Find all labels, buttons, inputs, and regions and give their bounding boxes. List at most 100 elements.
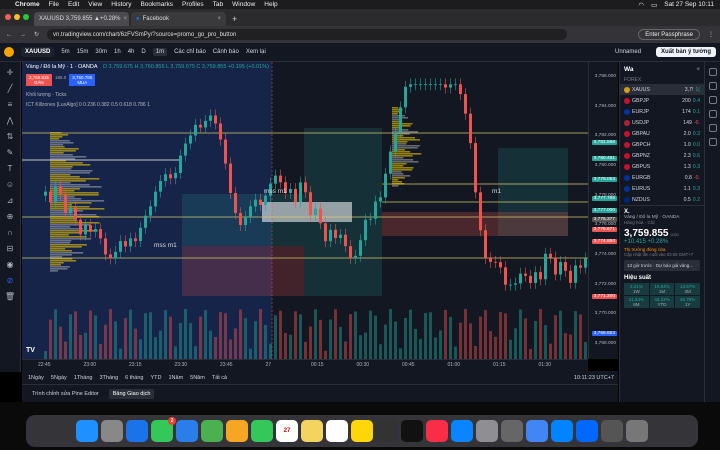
- magnet-icon[interactable]: ∩: [5, 227, 16, 238]
- text-icon[interactable]: T: [5, 163, 16, 174]
- ict-indicator-label[interactable]: ICT Killzones [LuxAlgo] 0 0.236 0.382 0.…: [26, 102, 150, 108]
- watchlist-row[interactable]: GBPAU 2.0 0.3: [620, 128, 704, 139]
- close-tab-icon[interactable]: ×: [124, 16, 128, 22]
- dock-app-freeform[interactable]: [376, 420, 398, 442]
- time-axis[interactable]: 22:45 23:00 23:15 23:30 23:45 27 00:15 00:30 00:…: [22, 359, 588, 371]
- dock-app-settings[interactable]: [476, 420, 498, 442]
- range-button[interactable]: 3Tháng: [99, 375, 118, 381]
- range-button[interactable]: Tất cả: [212, 375, 227, 381]
- interval-5m[interactable]: 5m: [61, 49, 69, 55]
- menu-file[interactable]: File: [49, 1, 59, 8]
- volume-indicator-label[interactable]: Khối lượng · Ticks: [26, 92, 67, 98]
- dock-app-facetime[interactable]: [251, 420, 273, 442]
- watchlist-row[interactable]: EURUS 1.1 0.3: [620, 183, 704, 194]
- projection-icon[interactable]: ⇅: [5, 131, 16, 142]
- dock-app-notes[interactable]: [301, 420, 323, 442]
- menu-view[interactable]: View: [88, 1, 102, 8]
- menu-profiles[interactable]: Profiles: [182, 1, 204, 8]
- watchlist-row[interactable]: EURGB 0.8 -0.: [620, 172, 704, 183]
- battery-icon[interactable]: ▭: [651, 1, 657, 9]
- range-button[interactable]: 1Tháng: [74, 375, 93, 381]
- dock-app-music[interactable]: [426, 420, 448, 442]
- interval-1m[interactable]: 1m: [152, 48, 168, 56]
- performance-cell[interactable]: 10.84% 1M: [649, 283, 675, 295]
- pattern-icon[interactable]: ⋀: [5, 115, 16, 126]
- menu-tab[interactable]: Tab: [213, 1, 223, 8]
- watchlist-row[interactable]: GBPUS 1.3 0.3: [620, 161, 704, 172]
- replay-button[interactable]: Xem lại: [246, 49, 266, 55]
- fib-icon[interactable]: ≡: [5, 99, 16, 110]
- new-tab-button[interactable]: +: [228, 14, 241, 26]
- dock-app-safari[interactable]: [126, 420, 148, 442]
- buy-button[interactable]: 3,760.785 MUA: [69, 74, 96, 86]
- watchlist-row[interactable]: GBPJP 200 0.4: [620, 95, 704, 106]
- dock-app-messenger[interactable]: [551, 420, 573, 442]
- passphrase-button[interactable]: Enter Passphrase: [638, 29, 700, 40]
- eye-icon[interactable]: ◉: [5, 259, 16, 270]
- crosshair-icon[interactable]: ✛: [5, 67, 16, 78]
- performance-cell[interactable]: 3.21% 1W: [624, 283, 649, 295]
- dock-app-notes2[interactable]: [351, 420, 373, 442]
- app-menu-name[interactable]: Chrome: [15, 1, 40, 8]
- close-tab-icon[interactable]: ×: [217, 16, 221, 22]
- interval-d[interactable]: D: [141, 49, 145, 55]
- performance-cell[interactable]: 13.57% 3M: [675, 283, 700, 295]
- dock-app-chrome[interactable]: [526, 420, 548, 442]
- dock-app-mail[interactable]: [176, 420, 198, 442]
- dock-app-launchpad[interactable]: [101, 420, 123, 442]
- watchlist-row[interactable]: USDJP 149 -0.: [620, 117, 704, 128]
- watchlist-row[interactable]: EURJP 174 0.1: [620, 106, 704, 117]
- minimize-window-button[interactable]: [14, 14, 20, 20]
- menu-bookmarks[interactable]: Bookmarks: [140, 1, 173, 8]
- dock-app-maps[interactable]: [201, 420, 223, 442]
- back-icon[interactable]: ←: [6, 32, 12, 38]
- trash-icon[interactable]: 🗑: [5, 291, 16, 302]
- range-button[interactable]: YTD: [150, 375, 161, 381]
- chart-clock[interactable]: 10:11:23 UTC+7: [574, 375, 614, 381]
- range-button[interactable]: 6 tháng: [125, 375, 143, 381]
- close-window-button[interactable]: [5, 14, 11, 20]
- watchlist-icon[interactable]: [708, 68, 717, 76]
- dock-app-messages[interactable]: 2: [151, 417, 176, 442]
- watchlist-row[interactable]: GBPNZ 2.3 0.6: [620, 150, 704, 161]
- url-field[interactable]: vn.tradingview.com/chart/6zFVSmPy/?sourc…: [47, 29, 568, 40]
- zoom-window-button[interactable]: [23, 14, 29, 20]
- interval-30m[interactable]: 30m: [95, 49, 107, 55]
- interval-4h[interactable]: 4h: [128, 49, 135, 55]
- indicators-button[interactable]: Các chỉ báo: [174, 49, 206, 55]
- interval-15m[interactable]: 15m: [77, 49, 89, 55]
- price-axis[interactable]: 3,786.000 3,784.000 3,782.000 3,780.000 3,77…: [588, 62, 618, 359]
- menubar-clock[interactable]: Sat 27 Sep 10:11: [664, 1, 714, 8]
- tab-facebook[interactable]: ● Facebook ×: [131, 12, 226, 26]
- news-item[interactable]: 13 giờ trước · Dự báo giá vàng...: [624, 260, 700, 271]
- ruler-icon[interactable]: ⊿: [5, 195, 16, 206]
- watchlist-row[interactable]: XAUUS 3,7! 1(: [620, 84, 704, 95]
- menu-window[interactable]: Window: [232, 1, 255, 8]
- dock-app-zalo[interactable]: [576, 420, 598, 442]
- range-button[interactable]: 5Ngày: [51, 375, 67, 381]
- emoji-icon[interactable]: ☺: [5, 179, 16, 190]
- user-avatar[interactable]: [4, 47, 14, 57]
- browser-menu-icon[interactable]: ⋮: [708, 31, 714, 38]
- news-icon[interactable]: [708, 110, 717, 118]
- watchlist-row[interactable]: GBPCH 1.0 0.0: [620, 139, 704, 150]
- menu-help[interactable]: Help: [264, 1, 277, 8]
- performance-cell[interactable]: 46.78% 1Y: [675, 296, 700, 308]
- dock-app-finder[interactable]: [76, 420, 98, 442]
- price-chart[interactable]: Vàng / Đô la Mỹ · 1 · OANDA O 3,759.675 …: [22, 62, 588, 359]
- watchlist-row[interactable]: NZDUS 0.5 0.2: [620, 194, 704, 205]
- chat-icon[interactable]: [708, 96, 717, 104]
- layout-name-button[interactable]: Unnamed: [615, 49, 641, 55]
- pine-editor-tab[interactable]: Trình chỉnh sửa Pine Editor: [28, 389, 103, 399]
- trading-panel-tab[interactable]: Bảng Giao dịch: [108, 388, 155, 399]
- ideas-icon[interactable]: [708, 138, 717, 146]
- trendline-icon[interactable]: ╱: [5, 83, 16, 94]
- menu-history[interactable]: History: [111, 1, 131, 8]
- dock-app-photos[interactable]: [226, 420, 248, 442]
- publish-idea-button[interactable]: Xuất bản ý tưởng: [656, 47, 716, 57]
- brush-icon[interactable]: ✎: [5, 147, 16, 158]
- dock-app-preview[interactable]: [501, 420, 523, 442]
- add-symbol-icon[interactable]: +: [696, 66, 700, 73]
- zoom-icon[interactable]: ⊕: [5, 211, 16, 222]
- dock-app-files[interactable]: [601, 420, 623, 442]
